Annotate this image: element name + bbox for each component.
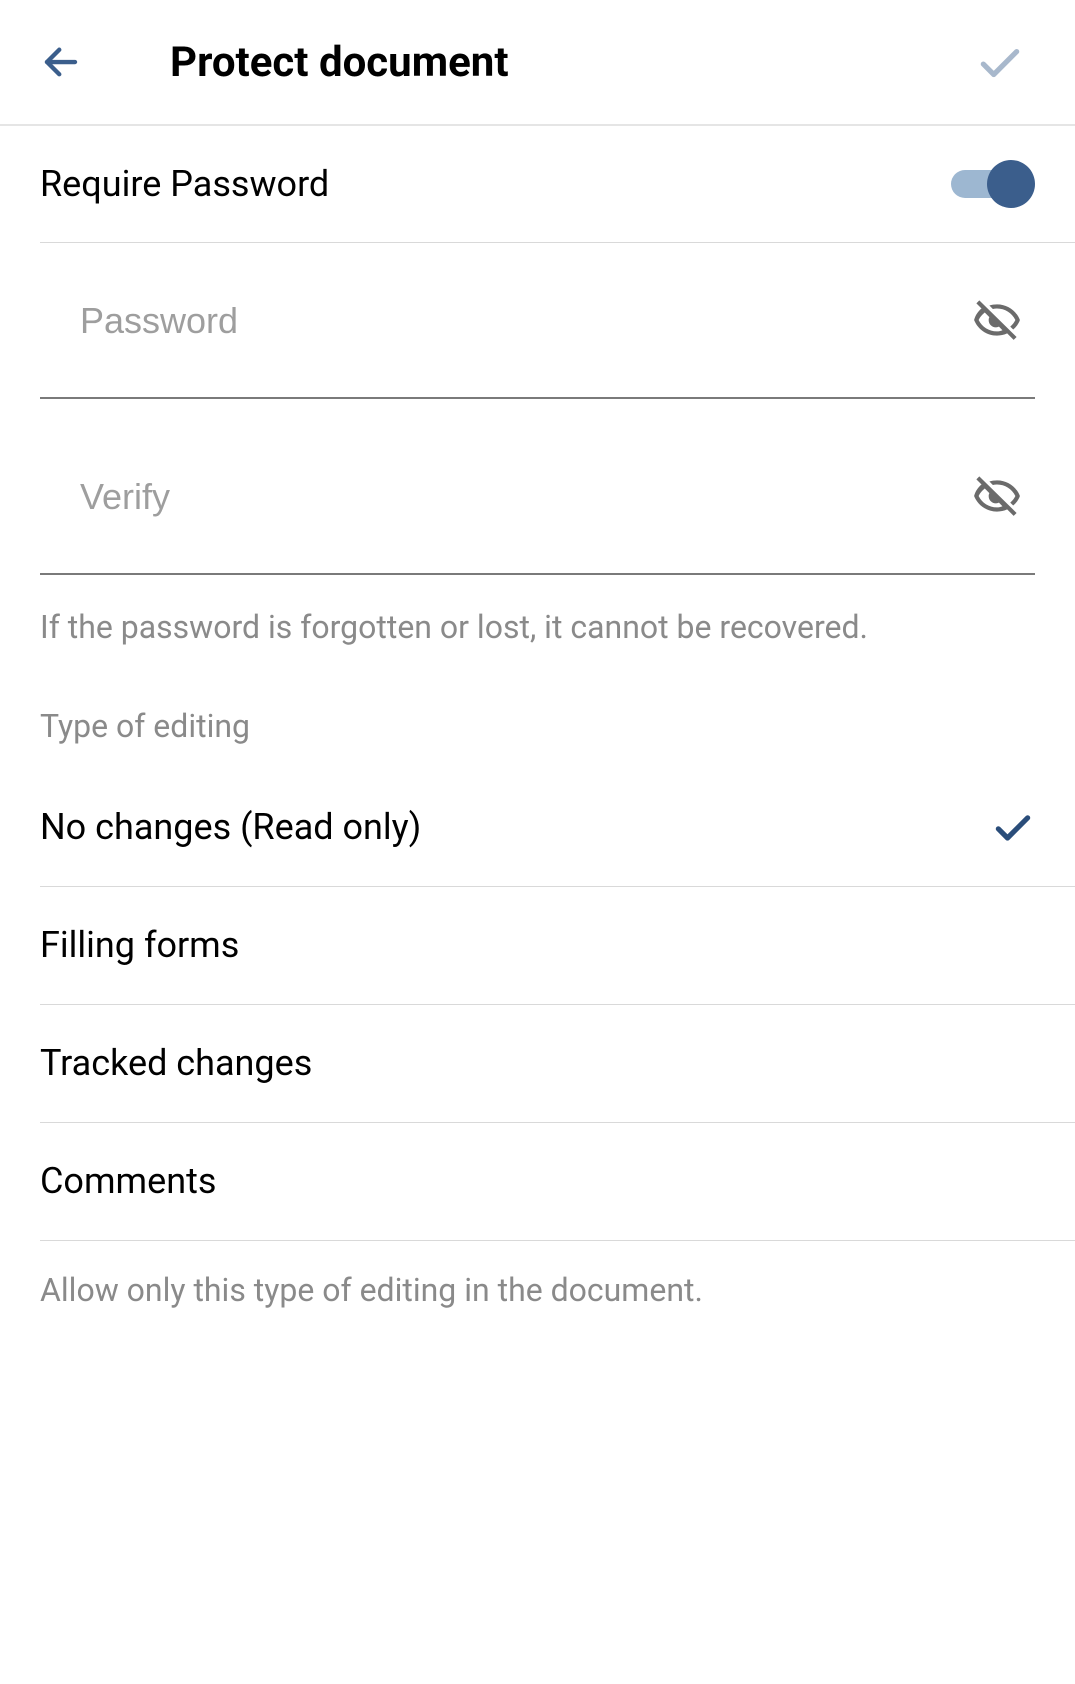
option-no-changes[interactable]: No changes (Read only) [0,769,1075,886]
confirm-button[interactable] [975,37,1035,87]
option-filling-forms[interactable]: Filling forms [0,887,1075,1004]
check-icon [991,805,1035,849]
editing-type-label: Type of editing [0,653,1075,769]
option-label: Tracked changes [40,1042,312,1084]
require-password-toggle[interactable] [951,160,1035,208]
password-row [0,243,1075,399]
password-input[interactable] [40,243,967,399]
option-label: No changes (Read only) [40,806,421,848]
selected-check [991,805,1035,849]
header: Protect document [0,0,1075,126]
page-title: Protect document [170,38,509,87]
password-note: If the password is forgotten or lost, it… [0,575,1075,653]
require-password-row: Require Password [0,126,1075,242]
option-tracked-changes[interactable]: Tracked changes [0,1005,1075,1122]
verify-row [0,419,1075,575]
editing-note: Allow only this type of editing in the d… [0,1241,1075,1349]
input-underline [40,397,1035,399]
input-underline [40,573,1035,575]
arrow-left-icon [40,41,82,83]
check-icon [975,37,1025,87]
eye-off-icon [972,472,1022,522]
option-label: Filling forms [40,924,239,966]
content: Require Password If the password is forg… [0,126,1075,1349]
back-button[interactable] [40,41,100,83]
verify-visibility-toggle[interactable] [967,467,1027,527]
password-visibility-toggle[interactable] [967,291,1027,351]
option-label: Comments [40,1160,216,1202]
verify-input[interactable] [40,419,967,575]
toggle-thumb [987,160,1035,208]
eye-off-icon [972,296,1022,346]
option-comments[interactable]: Comments [0,1123,1075,1240]
require-password-label: Require Password [40,163,329,205]
